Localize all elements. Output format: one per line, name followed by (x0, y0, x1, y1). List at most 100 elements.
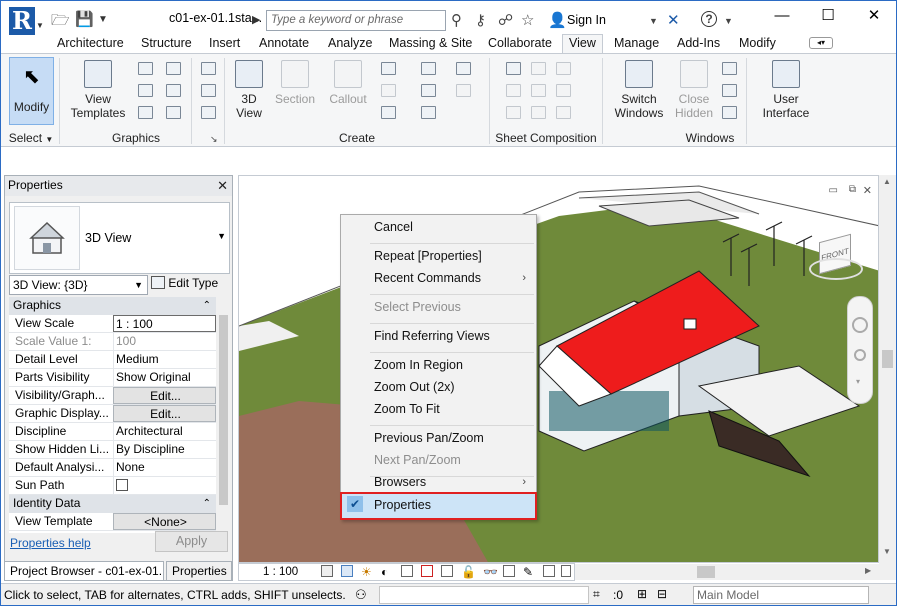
graphic-display-edit-button[interactable]: Edit... (113, 405, 216, 422)
menu-item-cancel[interactable]: Cancel (341, 217, 536, 239)
edit-type-button[interactable]: Edit Type (151, 276, 218, 290)
scroll-right-icon[interactable]: ▶ (865, 566, 871, 575)
switch-windows-button[interactable]: Switch Windows (611, 60, 667, 120)
matchline-icon[interactable] (556, 84, 571, 97)
viewcube[interactable]: FRONT (809, 233, 863, 280)
visibility-graphics-icon[interactable] (138, 62, 153, 75)
sun-path-icon[interactable]: ☀ (361, 564, 372, 580)
menu-item-properties[interactable]: ✔ Properties (340, 492, 537, 520)
visual-style-icon[interactable] (341, 565, 353, 577)
tab-add-ins[interactable]: Add-Ins (677, 35, 720, 53)
discipline-field[interactable]: Architectural (113, 423, 216, 440)
sun-path-checkbox[interactable] (116, 479, 128, 491)
placeholder-sheet-icon[interactable] (531, 62, 546, 75)
tab-modify[interactable]: Modify (739, 35, 776, 53)
scrollbar-thumb[interactable] (219, 315, 228, 505)
star-icon[interactable]: ☆ (521, 11, 534, 29)
scroll-up-icon[interactable]: ▲ (883, 177, 891, 186)
restore-view-icon[interactable]: ⧉ (849, 184, 856, 195)
menu-item-previous-pan-zoom[interactable]: Previous Pan/Zoom (341, 428, 536, 450)
close-view-icon[interactable]: ✕ (863, 184, 872, 197)
tab-insert[interactable]: Insert (209, 35, 240, 53)
3d-view-button[interactable]: 3D View (231, 60, 267, 120)
exchange-apps-icon[interactable]: ✕ (667, 11, 680, 29)
detail-level-icon[interactable] (321, 565, 333, 577)
instance-selector[interactable]: 3D View: {3D} ▼ (9, 275, 148, 295)
drafting-view-icon[interactable] (381, 106, 396, 119)
collapse-icon[interactable]: ⌃ (203, 297, 211, 314)
communication-icon[interactable]: ☍ (498, 11, 513, 29)
remove-hidden-lines-icon[interactable] (166, 84, 181, 97)
navigation-bar[interactable]: ▾ (847, 296, 873, 404)
modify-button[interactable]: ⬉ Modify (9, 57, 54, 125)
design-option-selector[interactable]: Main Model (693, 586, 869, 604)
lock-view-icon[interactable]: 🔓 (461, 564, 476, 580)
menu-item-zoom-in-region[interactable]: Zoom In Region (341, 355, 536, 377)
analysis-icon[interactable]: ✎ (523, 564, 533, 580)
canvas-vertical-scrollbar[interactable]: ▲ ▼ (879, 175, 896, 580)
menu-item-zoom-to-fit[interactable]: Zoom To Fit (341, 399, 536, 421)
thin-lines-icon[interactable] (138, 106, 153, 119)
scroll-down-icon[interactable]: ▼ (883, 547, 891, 556)
revision-cloud-icon[interactable] (556, 106, 571, 119)
user-icon[interactable]: 👤 (548, 11, 567, 29)
show-hidden-lines-field[interactable]: By Discipline (113, 441, 216, 458)
plan-views-icon[interactable] (381, 62, 396, 75)
highlight-displacement-icon[interactable] (543, 565, 555, 577)
tab-properties[interactable]: Properties (166, 561, 232, 581)
tab-annotate[interactable]: Annotate (259, 35, 309, 53)
revisions-icon[interactable] (506, 84, 521, 97)
reveal-hidden-icon[interactable] (503, 565, 515, 577)
binoculars-icon[interactable]: ⚲ (451, 11, 462, 29)
key-icon[interactable]: ⚷ (475, 11, 486, 29)
dialog-launcher-icon[interactable]: ↘ (210, 134, 218, 145)
render-gallery-icon[interactable] (201, 106, 216, 119)
close-hidden-button[interactable]: Close Hidden (671, 60, 717, 120)
scrollbar-thumb[interactable] (882, 350, 893, 368)
minimize-button[interactable]: — (762, 5, 802, 27)
worksharing-icon[interactable]: ⚇ (355, 587, 367, 603)
menu-item-browsers[interactable]: Browsers › (341, 472, 536, 494)
tab-massing-site[interactable]: Massing & Site (389, 35, 472, 53)
menu-item-zoom-out[interactable]: Zoom Out (2x) (341, 377, 536, 399)
filter-icon[interactable]: ⊟ (657, 587, 667, 601)
crop-view-icon[interactable] (421, 565, 433, 577)
default-analysis-field[interactable]: None (113, 459, 216, 476)
tab-project-browser[interactable]: Project Browser - c01-ex-01... (4, 561, 164, 581)
title-block-icon[interactable] (556, 62, 571, 75)
view-template-button[interactable]: <None> (113, 513, 216, 530)
save-icon[interactable]: 💾 (75, 10, 94, 28)
close-button[interactable]: ✕ (854, 5, 894, 27)
drawing-area[interactable]: ▭ ⧉ ✕ FRONT ▾ (238, 175, 879, 563)
menu-item-select-previous[interactable]: Select Previous (341, 297, 536, 319)
show-crop-region-icon[interactable] (441, 565, 453, 577)
steering-wheel-icon[interactable] (852, 317, 868, 333)
tab-structure[interactable]: Structure (141, 35, 192, 53)
legends-icon[interactable] (421, 84, 436, 97)
menu-item-recent-commands[interactable]: Recent Commands › (341, 268, 536, 290)
chevron-down-icon[interactable]: ▼ (724, 16, 733, 26)
menu-item-next-pan-zoom[interactable]: Next Pan/Zoom (341, 450, 536, 472)
sheet-graphics-icon[interactable] (456, 84, 471, 97)
reveal-constraints-icon[interactable] (561, 565, 571, 577)
tab-manage[interactable]: Manage (614, 35, 659, 53)
detail-level-field[interactable]: Medium (113, 351, 216, 368)
workset-selector[interactable] (379, 586, 589, 604)
chevron-down-icon[interactable]: ▼ (217, 231, 226, 241)
guide-grid-icon[interactable] (531, 84, 546, 97)
collapse-icon[interactable]: ⌃ (203, 495, 211, 512)
zoom-icon[interactable] (854, 349, 866, 361)
canvas-horizontal-scrollbar[interactable]: ▶ (575, 564, 879, 580)
render-cloud-icon[interactable] (201, 84, 216, 97)
show-hidden-lines-icon[interactable] (166, 62, 181, 75)
tab-collaborate[interactable]: Collaborate (488, 35, 552, 53)
chevron-down-icon[interactable]: ▼ (649, 16, 658, 26)
filters-icon[interactable] (138, 84, 153, 97)
tab-architecture[interactable]: Architecture (57, 35, 124, 53)
close-icon[interactable]: ✕ (217, 176, 228, 195)
design-options-icon[interactable]: ⊞ (637, 587, 647, 601)
viewcube-compass[interactable] (809, 258, 863, 280)
chevron-right-icon[interactable]: ▶ (252, 13, 260, 31)
view-templates-button[interactable]: View Templates (67, 60, 129, 120)
scrollbar-thumb[interactable] (697, 566, 715, 578)
